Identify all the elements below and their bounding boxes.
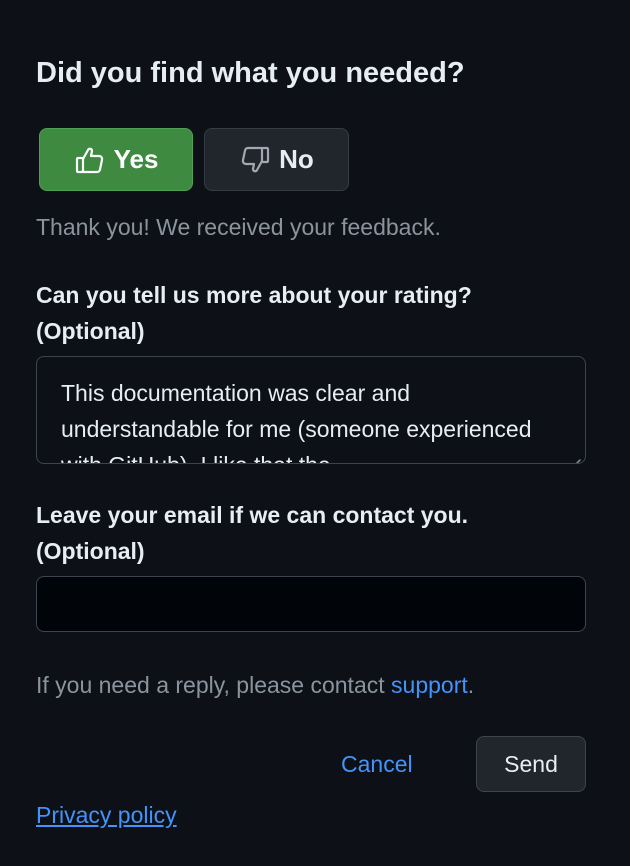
privacy-policy-link[interactable]: Privacy policy — [36, 800, 177, 830]
reply-suffix: . — [467, 672, 475, 698]
rating-label: Can you tell us more about your rating? … — [36, 277, 472, 349]
email-input[interactable] — [36, 576, 586, 632]
cancel-button[interactable]: Cancel — [341, 748, 413, 780]
yes-button[interactable]: Yes — [39, 128, 193, 191]
email-label-text: Leave your email if we can contact you. — [36, 502, 469, 528]
email-label: Leave your email if we can contact you. … — [36, 497, 468, 569]
reply-prefix: If you need a reply, please contact — [36, 672, 392, 698]
reply-note: If you need a reply, please contact supp… — [36, 670, 474, 700]
thumbs-down-icon — [239, 144, 271, 176]
rating-label-optional: (Optional) — [36, 318, 145, 344]
no-button[interactable]: No — [204, 128, 349, 191]
thumbs-up-icon — [74, 144, 106, 176]
yes-label: Yes — [113, 144, 159, 174]
support-link[interactable]: support — [391, 672, 468, 698]
rating-textarea[interactable]: This documentation was clear and underst… — [36, 356, 586, 464]
rating-text: This documentation was clear and underst… — [61, 380, 532, 463]
send-label: Send — [504, 750, 558, 777]
feedback-title: Did you find what you needed? — [36, 57, 465, 89]
send-button[interactable]: Send — [476, 736, 586, 792]
resize-handle-icon[interactable] — [567, 445, 581, 463]
rating-label-text: Can you tell us more about your rating? — [36, 282, 472, 308]
email-label-optional: (Optional) — [36, 538, 145, 564]
no-label: No — [279, 144, 314, 174]
thanks-message: Thank you! We received your feedback. — [36, 214, 441, 240]
